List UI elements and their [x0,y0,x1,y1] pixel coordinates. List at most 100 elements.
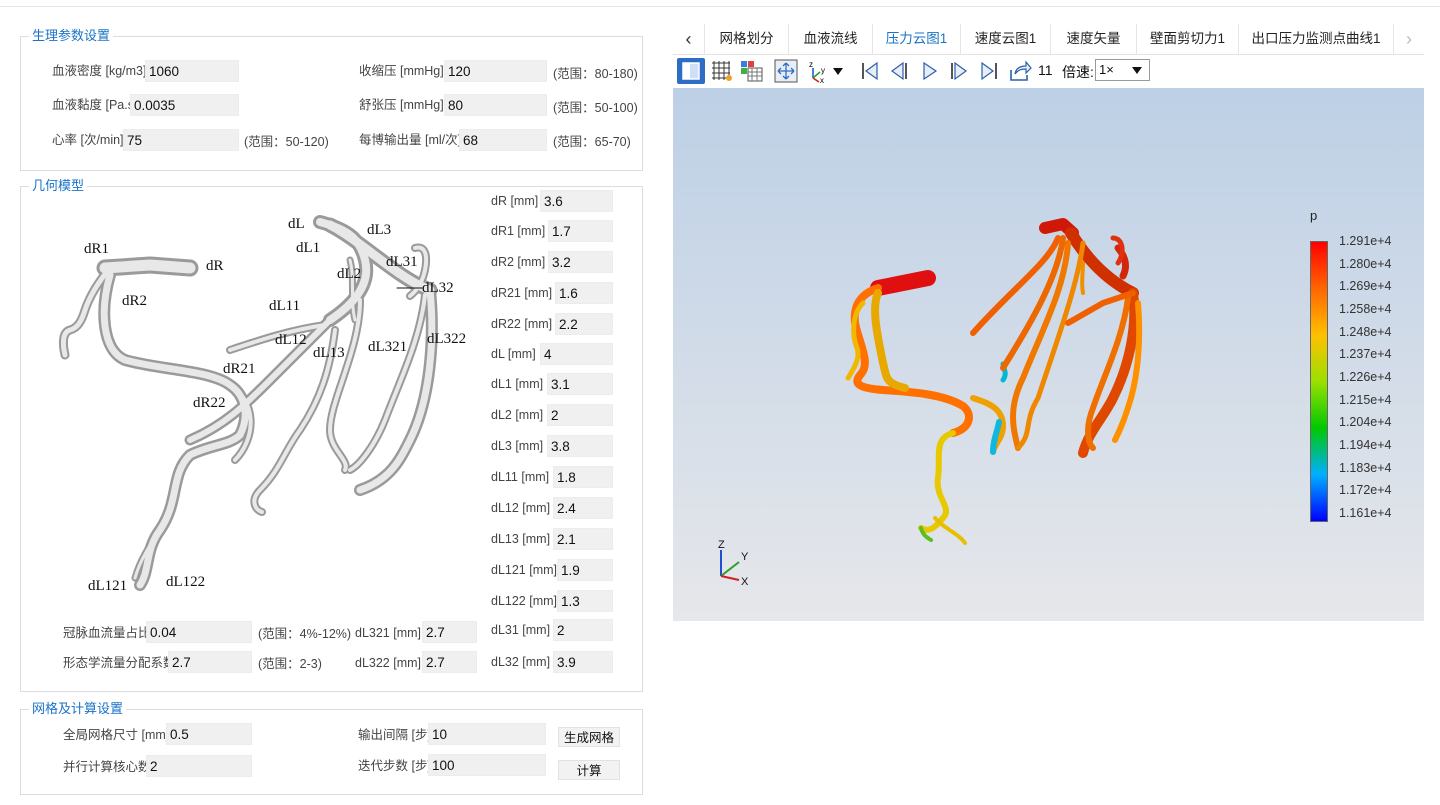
tab-velocity-contour[interactable]: 速度云图1 [961,24,1051,54]
colorbar-tick-label: 1.280e+4 [1339,256,1392,271]
model-label: dL1 [296,240,320,256]
geometry-param-label: dL2 [mm] [491,408,544,422]
heart-rate-input[interactable]: 75 [123,129,239,151]
geometry-param-input[interactable]: 3.8 [547,435,613,457]
mesh-grid-icon[interactable] [709,58,735,84]
geometry-param-input[interactable]: 1.8 [553,466,613,488]
geometry-param-input[interactable]: 2.2 [555,313,613,335]
diastolic-input[interactable]: 80 [444,94,547,116]
compute-button[interactable]: 计算 [558,760,620,780]
systolic-input[interactable]: 120 [444,60,547,82]
iterations-label: 迭代步数 [步] [358,759,431,773]
dropdown-arrow-icon[interactable] [831,58,845,84]
axis-triad: Z Y X [718,539,749,588]
model-label: dL2 [337,266,361,282]
cores-input[interactable]: 2 [146,755,252,777]
first-frame-icon[interactable] [859,58,881,84]
geometry-param-input[interactable]: 1.3 [557,590,613,612]
colorbar-tick-label: 1.183e+4 [1339,460,1392,475]
geometry-param-input[interactable]: 1.9 [557,559,613,581]
heart-rate-range: (范围：50-120) [244,135,329,149]
viewer-toolbar: zyx 11 倍速: 1× [673,55,1424,87]
dL322-input[interactable]: 2.7 [422,651,477,673]
tab-mesh[interactable]: 网格划分 [705,24,789,54]
geometry-param-input[interactable]: 2.1 [553,528,613,550]
dL321-label: dL321 [mm] [355,626,422,640]
geometry-param-label: dL11 [mm] [491,470,550,484]
tab-pressure-contour[interactable]: 压力云图1 [873,24,961,54]
geometry-param-input[interactable]: 2.4 [553,497,613,519]
geometry-param-input[interactable]: 4 [540,343,613,365]
model-label: dR1 [84,241,109,257]
geometry-param-input[interactable]: 1.6 [555,282,613,304]
tab-wall-shear[interactable]: 壁面剪切力1 [1137,24,1239,54]
tab-streamline[interactable]: 血液流线 [789,24,873,54]
mesh-size-input[interactable]: 0.5 [166,723,252,745]
geometry-param-label: dR2 [mm] [491,255,546,269]
geometry-param-label: dL [mm] [491,347,536,361]
blood-viscosity-input[interactable]: 0.0035 [130,94,239,116]
geometry-param-label: dL32 [mm] [491,655,551,669]
geometry-param-input[interactable]: 3.6 [540,190,613,212]
tab-next-button[interactable]: › [1394,24,1424,54]
model-label: dL3 [367,222,391,238]
geometry-param-input[interactable]: 3.2 [548,251,613,273]
iterations-input[interactable]: 100 [428,754,546,776]
geometry-param-label: dR [mm] [491,194,539,208]
systolic-range: (范围：80-180) [553,67,638,81]
colorbar-tick-label: 1.237e+4 [1339,347,1392,362]
tab-prev-button[interactable]: ‹ [673,24,705,54]
output-interval-label: 输出间隔 [步] [358,728,431,742]
color-map-icon[interactable] [739,58,765,84]
diastolic-range: (范围：50-100) [553,101,638,115]
heart-rate-label: 心率 [次/min] [52,133,124,147]
mesh-title: 网格及计算设置 [29,700,127,718]
morph-coef-input[interactable]: 2.7 [168,651,252,673]
tab-outlet-pressure-curve[interactable]: 出口压力监测点曲线1 [1239,24,1394,54]
generate-mesh-button[interactable]: 生成网格 [558,727,620,747]
blood-density-input[interactable]: 1060 [145,60,239,82]
fit-view-icon[interactable] [773,58,799,84]
prev-frame-icon[interactable] [888,58,910,84]
stroke-volume-input[interactable]: 68 [459,129,547,151]
model-label: dL121 [88,578,127,594]
axis-orientation-icon[interactable]: zyx [807,58,831,85]
geometry-param-input[interactable]: 2 [553,619,613,641]
export-icon[interactable] [1008,58,1032,84]
model-label: dL31 [386,254,418,270]
geometry-param-label: dR21 [mm] [491,286,553,300]
geometry-param-label: dL31 [mm] [491,623,551,637]
geometry-param-input[interactable]: 1.7 [548,220,613,242]
model-label: dR [206,258,224,274]
output-interval-input[interactable]: 10 [428,723,546,745]
geometry-param-input[interactable]: 3.1 [547,373,613,395]
coronary-ratio-input[interactable]: 0.04 [146,621,252,643]
colorbar-tick-label: 1.215e+4 [1339,392,1392,407]
speed-select[interactable]: 1× [1095,59,1150,81]
colorbar-title: p [1310,208,1318,223]
toggle-view-icon[interactable] [677,58,705,84]
dL322-label: dL322 [mm] [355,656,422,670]
colorbar-tick-label: 1.248e+4 [1339,324,1392,339]
geometry-title: 几何模型 [29,177,88,195]
next-frame-icon[interactable] [948,58,970,84]
model-label: dL12 [275,332,307,348]
geometry-param-input[interactable]: 2 [547,404,613,426]
geometry-param-input[interactable]: 3.9 [553,651,613,673]
dL321-input[interactable]: 2.7 [422,621,477,643]
model-label: dL321 [368,339,407,355]
model-label: dL [288,216,305,232]
play-icon[interactable] [919,58,941,84]
tab-velocity-vector[interactable]: 速度矢量 [1051,24,1137,54]
geometry-param-label: dL122 [mm] [491,594,558,608]
3d-viewport[interactable]: Z Y X p [673,88,1424,621]
model-label: dL13 [313,345,345,361]
frame-number: 11 [1038,62,1053,78]
last-frame-icon[interactable] [978,58,1000,84]
axis-x-label: X [741,576,749,588]
stroke-volume-label: 每博输出量 [ml/次] [359,133,462,147]
model-label: dR22 [193,395,226,411]
colorbar-tick-label: 1.204e+4 [1339,415,1392,430]
coronary-ratio-label: 冠脉血流量占比 [63,626,151,640]
model-label: dR2 [122,293,147,309]
